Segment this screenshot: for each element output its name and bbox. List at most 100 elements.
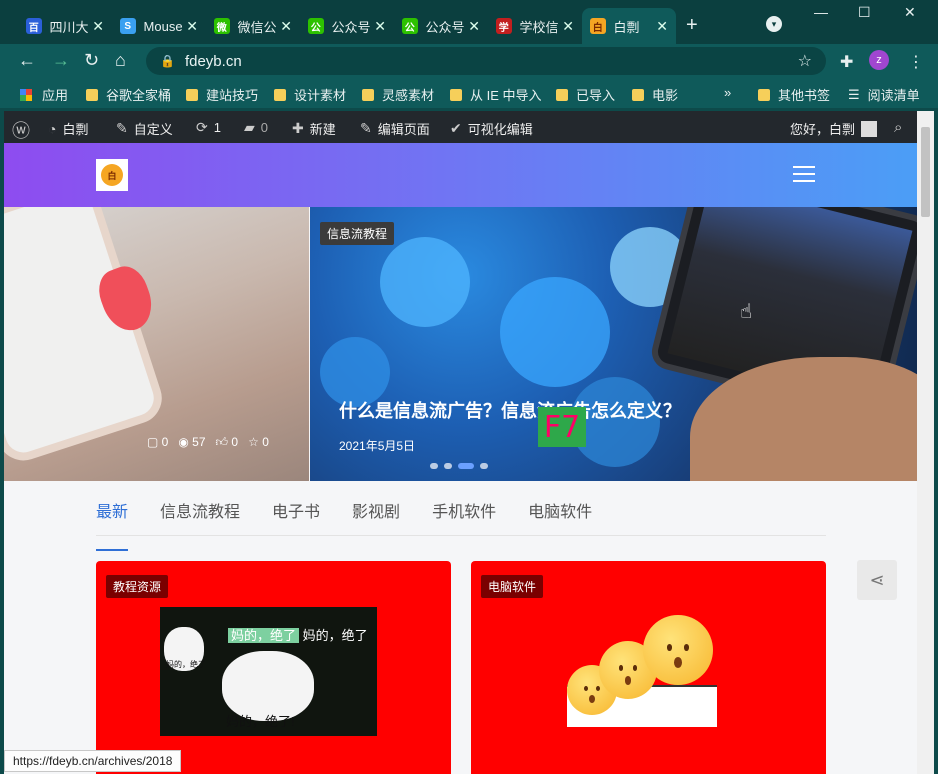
bookmark-folder[interactable]: 从 IE 中导入 <box>450 85 542 104</box>
tab-close-icon[interactable]: ✕ <box>374 18 386 35</box>
bookmark-folder[interactable]: 谷歌全家桶 <box>86 85 171 104</box>
tab-ebook[interactable]: 电子书 <box>272 498 320 535</box>
logo-mark: 白 <box>101 164 123 186</box>
bookmark-star-icon[interactable]: ☆ <box>798 51 812 71</box>
wp-account-link[interactable]: 您好，白剽 <box>790 119 878 138</box>
tab-close-icon[interactable]: ✕ <box>468 18 480 35</box>
wp-updates-link[interactable]: ⟳ 1 <box>196 119 221 136</box>
category-badge[interactable]: 教程资源 <box>106 575 169 598</box>
wp-edit-page-link[interactable]: ✎ 编辑页面 <box>360 119 430 138</box>
tab-pc-software[interactable]: 电脑软件 <box>528 498 592 535</box>
hero-carousel[interactable]: ▢ 0 ◉ 57 👍︎ 0 ☆ 0 信息流教程 什么是信息流广告？信息流广告怎么… <box>4 207 917 481</box>
forward-icon[interactable]: → <box>52 50 70 71</box>
reading-list[interactable]: ☰ 阅读清单 <box>848 85 920 104</box>
wp-site-link[interactable]: ◔ 白剽 <box>48 119 88 138</box>
meme-image: 妈的，绝了 妈的，绝了 妈的，绝了 妈的，绝了! <box>160 607 377 736</box>
carousel-dot[interactable] <box>430 463 438 469</box>
bookmark-label: 其他书签 <box>778 88 831 103</box>
folder-icon <box>450 88 462 101</box>
browser-tab[interactable]: 公 公众号 ✕ <box>300 8 394 44</box>
menu-icon[interactable]: ⋮ <box>908 52 924 72</box>
page-content: 白 ▢ 0 ◉ 57 👍︎ 0 ☆ 0 信息流教程 什么是信息流广告？信息流广告… <box>4 143 917 774</box>
wp-updates-count: 1 <box>213 120 221 135</box>
tab-title: 白剽 <box>613 19 640 35</box>
comment-icon: ▰ <box>244 119 255 135</box>
carousel-dot-active[interactable] <box>458 463 474 469</box>
scrollbar-thumb[interactable] <box>921 127 930 217</box>
new-tab-button[interactable]: + <box>686 14 698 37</box>
search-icon[interactable]: ⌕ <box>894 119 902 136</box>
post-card[interactable]: 电脑软件 <box>471 561 826 774</box>
tab-close-icon[interactable]: ✕ <box>562 18 574 35</box>
reload-icon[interactable]: ↻ <box>84 50 99 71</box>
tab-tv-series[interactable]: 影视剧 <box>352 498 400 535</box>
tab-title: 学校信 <box>519 19 559 35</box>
carousel-dot[interactable] <box>480 463 488 469</box>
site-header: 白 <box>4 143 917 207</box>
wp-new-label: 新建 <box>309 122 336 137</box>
tab-close-icon[interactable]: ✕ <box>186 18 198 35</box>
bookmark-folder[interactable]: 已导入 <box>556 85 615 104</box>
bookmark-folder[interactable]: 灵感素材 <box>362 85 434 104</box>
tab-mobile-software[interactable]: 手机软件 <box>432 498 496 535</box>
tab-close-icon[interactable]: ✕ <box>280 18 292 35</box>
carousel-dots[interactable] <box>430 463 488 469</box>
bookmark-folder[interactable]: 建站技巧 <box>186 85 258 104</box>
slide-meta: ▢ 0 ◉ 57 👍︎ 0 ☆ 0 <box>147 435 269 450</box>
maximize-icon[interactable]: ☐ <box>858 4 871 21</box>
browser-tab-active[interactable]: 白 白剽 ✕ <box>582 8 676 44</box>
category-badge[interactable]: 电脑软件 <box>481 575 544 598</box>
slide-title[interactable]: 什么是信息流广告？信息流广告怎么定义？ <box>339 397 681 423</box>
share-icon[interactable]: ⋖ <box>857 560 897 600</box>
back-icon[interactable]: ← <box>18 50 36 71</box>
avatar <box>861 120 878 137</box>
page-scrollbar[interactable] <box>917 111 934 774</box>
tab-title: 公众号 <box>331 19 371 35</box>
tab-search-icon[interactable]: ▾ <box>766 16 782 32</box>
meme-caption-bottom: 妈的，绝了! <box>226 714 295 729</box>
status-bar-url: https://fdeyb.cn/archives/2018 <box>4 750 182 772</box>
other-bookmarks[interactable]: 其他书签 <box>758 85 830 104</box>
bookmark-label: 阅读清单 <box>867 88 920 103</box>
profile-avatar[interactable]: z <box>869 50 889 70</box>
home-icon[interactable]: ⌂ <box>115 50 126 71</box>
bookmark-apps[interactable]: 应用 <box>20 85 68 104</box>
wp-logo-icon[interactable]: ⓦ <box>12 117 30 143</box>
tab-latest[interactable]: 最新 <box>96 498 129 551</box>
bookmark-label: 设计素材 <box>294 88 347 103</box>
slide-current[interactable]: 信息流教程 什么是信息流广告？信息流广告怎么定义？ 2021年5月5日 F7 ☝ <box>310 207 917 481</box>
menu-hamburger-icon[interactable] <box>793 166 815 182</box>
window-close-icon[interactable]: ✕ <box>904 4 916 21</box>
tab-favicon-icon: 学 <box>496 18 512 34</box>
wp-customize-label: 自定义 <box>133 122 173 137</box>
bookmark-folder[interactable]: 电影 <box>632 85 678 104</box>
browser-tab[interactable]: 学 学校信 ✕ <box>488 8 582 44</box>
dashboard-icon: ◔ <box>48 120 57 137</box>
bookmark-folder[interactable]: 设计素材 <box>274 85 346 104</box>
minimize-icon[interactable]: — <box>814 4 828 20</box>
slide-previous[interactable]: ▢ 0 ◉ 57 👍︎ 0 ☆ 0 <box>4 207 309 481</box>
wp-visual-edit-link[interactable]: ✔ 可视化编辑 <box>450 119 533 138</box>
folder-icon <box>362 88 374 101</box>
browser-tab[interactable]: 微 微信公 ✕ <box>206 8 300 44</box>
wp-comments-link[interactable]: ▰ 0 <box>244 119 268 136</box>
browser-tab[interactable]: 公 公众号 ✕ <box>394 8 488 44</box>
tab-close-icon[interactable]: ✕ <box>92 18 104 35</box>
tab-favicon-icon: 公 <box>308 18 324 34</box>
browser-tab[interactable]: 百 四川大 ✕ <box>18 8 112 44</box>
wp-customize-link[interactable]: ✎ 自定义 <box>116 119 173 138</box>
lock-icon[interactable]: 🔒 <box>160 54 175 68</box>
bookmarks-overflow-icon[interactable]: » <box>724 85 731 100</box>
carousel-dot[interactable] <box>444 463 452 469</box>
tab-feed-tutorial[interactable]: 信息流教程 <box>160 498 240 535</box>
category-badge[interactable]: 信息流教程 <box>320 222 395 245</box>
browser-tab[interactable]: S Mouse ✕ <box>112 8 206 44</box>
wp-new-link[interactable]: ✚ 新建 <box>292 119 336 138</box>
tab-close-icon[interactable]: ✕ <box>656 18 668 35</box>
address-bar[interactable]: 🔒 fdeyb.cn ☆ <box>146 47 826 75</box>
extensions-icon[interactable]: ✚ <box>840 52 853 72</box>
site-logo[interactable]: 白 <box>96 159 128 191</box>
post-card[interactable]: 教程资源 妈的，绝了 妈的，绝了 妈的，绝了 妈的，绝了! <box>96 561 451 774</box>
url-text[interactable]: fdeyb.cn <box>185 53 242 70</box>
bookmarks-bar: 应用 谷歌全家桶 建站技巧 设计素材 灵感素材 从 IE 中导入 已导入 电影 … <box>0 78 938 108</box>
